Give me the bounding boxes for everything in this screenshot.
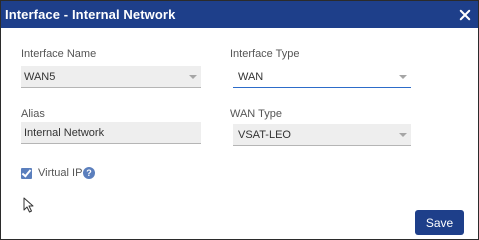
wan-type-label: WAN Type	[230, 108, 282, 120]
dialog-titlebar: Interface - Internal Network	[1, 1, 478, 28]
interface-type-select[interactable]: WAN	[233, 66, 411, 88]
interface-name-select[interactable]: WAN5	[21, 66, 201, 88]
wan-type-value: VSAT-LEO	[238, 128, 291, 141]
virtual-ip-checkbox[interactable]	[21, 168, 32, 179]
wan-type-select[interactable]: VSAT-LEO	[233, 124, 411, 146]
virtual-ip-label: Virtual IP	[38, 167, 83, 179]
dialog-title: Interface - Internal Network	[5, 7, 176, 22]
chevron-down-icon	[399, 75, 407, 79]
chevron-down-icon	[399, 133, 407, 137]
interface-type-value: WAN	[238, 70, 264, 83]
chevron-down-icon	[189, 75, 197, 79]
interface-dialog: Interface - Internal Network Interface N…	[0, 0, 479, 240]
interface-type-label: Interface Type	[230, 48, 300, 60]
help-icon[interactable]: ?	[83, 167, 95, 179]
save-button[interactable]: Save	[415, 210, 464, 235]
close-icon[interactable]	[459, 9, 471, 21]
alias-value: Internal Network	[24, 126, 105, 139]
mouse-cursor-icon	[23, 197, 34, 213]
alias-label: Alias	[21, 108, 45, 120]
interface-name-value: WAN5	[24, 70, 56, 83]
interface-name-label: Interface Name	[21, 48, 97, 60]
alias-field[interactable]: Internal Network	[21, 122, 201, 144]
